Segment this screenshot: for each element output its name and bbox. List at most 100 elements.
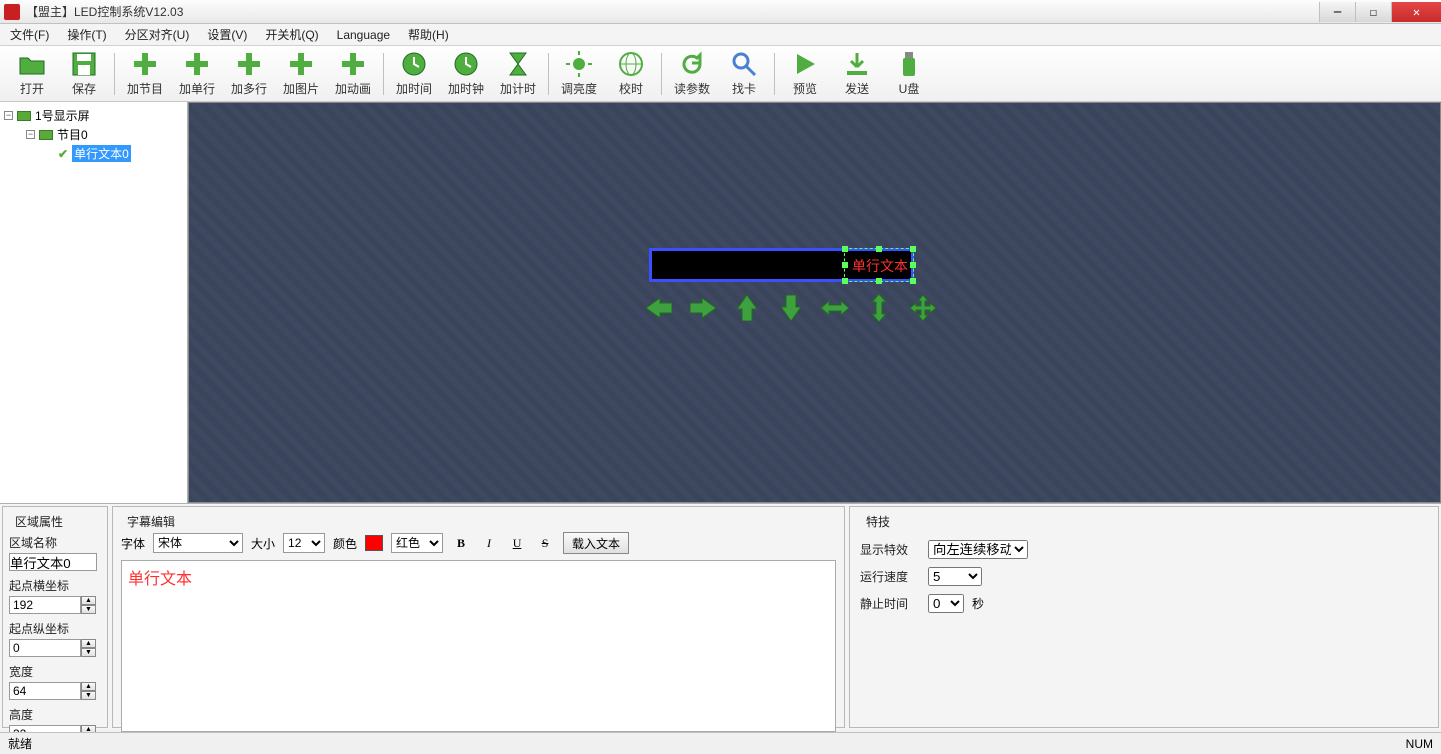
effects-panel: 特技 显示特效 向左连续移动 运行速度 5 静止时间 0 秒: [849, 506, 1439, 728]
plus-icon: [287, 50, 315, 78]
tree-program[interactable]: 节目0: [57, 126, 88, 143]
tree-pane: − 1号显示屏 − 节目0 ✔ 单行文本0: [0, 102, 188, 503]
status-num: NUM: [1406, 737, 1433, 751]
toolbar-folder-button[interactable]: 打开: [8, 48, 56, 99]
menu-align[interactable]: 分区对齐(U): [125, 26, 190, 43]
tree-item-selected[interactable]: 单行文本0: [72, 145, 131, 162]
toolbar-plus-button[interactable]: 加动画: [329, 48, 377, 99]
arrow-down-icon[interactable]: [776, 293, 806, 323]
toolbar-download-button[interactable]: 发送: [833, 48, 881, 99]
toolbar-clock-button[interactable]: 加时钟: [442, 48, 490, 99]
toolbar-label: 加节目: [127, 80, 163, 97]
led-preview-frame[interactable]: 单行文本: [649, 248, 914, 282]
underline-button[interactable]: U: [507, 534, 527, 552]
toolbar-sun-button[interactable]: 调亮度: [555, 48, 603, 99]
hold-select[interactable]: 0: [928, 594, 964, 613]
size-label: 大小: [251, 535, 275, 552]
h-label: 高度: [9, 706, 101, 723]
y-input[interactable]: [9, 639, 81, 657]
tree-expand-icon[interactable]: −: [26, 130, 35, 139]
usb-icon: [895, 50, 923, 78]
toolbar-label: 预览: [793, 80, 817, 97]
toolbar-refresh-button[interactable]: 读参数: [668, 48, 716, 99]
toolbar-plus-button[interactable]: 加单行: [173, 48, 221, 99]
spin-down-icon[interactable]: ▼: [81, 691, 96, 700]
toolbar-clock-button[interactable]: 加时间: [390, 48, 438, 99]
italic-button[interactable]: I: [479, 534, 499, 552]
props-title: 区域属性: [9, 511, 101, 532]
menu-file[interactable]: 文件(F): [10, 26, 49, 43]
speed-label: 运行速度: [860, 568, 920, 585]
name-input[interactable]: [9, 553, 97, 571]
font-select[interactable]: 宋体: [153, 533, 243, 553]
toolbar-plus-button[interactable]: 加多行: [225, 48, 273, 99]
effect-label: 显示特效: [860, 541, 920, 558]
menu-language[interactable]: Language: [337, 28, 390, 42]
toolbar-separator: [383, 53, 384, 95]
x-input[interactable]: [9, 596, 81, 614]
toolbar-play-button[interactable]: 预览: [781, 48, 829, 99]
strike-button[interactable]: S: [535, 534, 555, 552]
statusbar: 就绪 NUM: [0, 732, 1441, 754]
toolbar-search-button[interactable]: 找卡: [720, 48, 768, 99]
arrow-vertical-icon[interactable]: [864, 293, 894, 323]
effect-select[interactable]: 向左连续移动: [928, 540, 1028, 559]
toolbar-label: 发送: [845, 80, 869, 97]
toolbar-save-button[interactable]: 保存: [60, 48, 108, 99]
search-icon: [730, 50, 758, 78]
w-input[interactable]: [9, 682, 81, 700]
tree-expand-icon[interactable]: −: [4, 111, 13, 120]
spin-up-icon[interactable]: ▲: [81, 596, 96, 605]
load-text-button[interactable]: 载入文本: [563, 532, 629, 554]
save-icon: [70, 50, 98, 78]
arrow-right-icon[interactable]: [688, 293, 718, 323]
menu-operation[interactable]: 操作(T): [67, 26, 106, 43]
menu-settings[interactable]: 设置(V): [207, 26, 247, 43]
tree-root[interactable]: 1号显示屏: [35, 107, 90, 124]
spin-up-icon[interactable]: ▲: [81, 639, 96, 648]
minimize-button[interactable]: ─: [1319, 2, 1355, 22]
download-icon: [843, 50, 871, 78]
arrow-left-icon[interactable]: [644, 293, 674, 323]
toolbar-label: 找卡: [732, 80, 756, 97]
preview-text: 单行文本: [852, 256, 908, 276]
toolbar-label: 校时: [619, 80, 643, 97]
toolbar-label: 加时间: [396, 80, 432, 97]
toolbar-label: 加计时: [500, 80, 536, 97]
toolbar-plus-button[interactable]: 加图片: [277, 48, 325, 99]
x-label: 起点横坐标: [9, 577, 101, 594]
maximize-button[interactable]: ☐: [1355, 2, 1391, 22]
arrow-horizontal-icon[interactable]: [820, 293, 850, 323]
arrow-move-icon[interactable]: [908, 293, 938, 323]
menu-power[interactable]: 开关机(Q): [265, 26, 318, 43]
color-swatch: [365, 535, 383, 551]
spin-down-icon[interactable]: ▼: [81, 605, 96, 614]
size-select[interactable]: 12: [283, 533, 325, 553]
toolbar-label: U盘: [899, 80, 920, 97]
toolbar-usb-button[interactable]: U盘: [885, 48, 933, 99]
bold-button[interactable]: B: [451, 534, 471, 552]
window-title: 【盟主】LED控制系统V12.03: [26, 3, 183, 20]
plus-icon: [235, 50, 263, 78]
toolbar-hourglass-button[interactable]: 加计时: [494, 48, 542, 99]
font-label: 字体: [121, 535, 145, 552]
canvas-pane[interactable]: 单行文本: [188, 102, 1441, 503]
close-button[interactable]: ✕: [1391, 2, 1441, 22]
toolbar-separator: [548, 53, 549, 95]
play-icon: [791, 50, 819, 78]
speed-select[interactable]: 5: [928, 567, 982, 586]
toolbar-globe-button[interactable]: 校时: [607, 48, 655, 99]
spin-down-icon[interactable]: ▼: [81, 648, 96, 657]
spin-up-icon[interactable]: ▲: [81, 682, 96, 691]
program-icon: [39, 130, 53, 140]
menu-help[interactable]: 帮助(H): [408, 26, 449, 43]
toolbar: 打开保存加节目加单行加多行加图片加动画加时间加时钟加计时 调亮度 校时 读参数找卡 预览…: [0, 46, 1441, 102]
toolbar-label: 调亮度: [561, 80, 597, 97]
hold-unit: 秒: [972, 595, 984, 612]
arrow-up-icon[interactable]: [732, 293, 762, 323]
toolbar-plus-button[interactable]: 加节目: [121, 48, 169, 99]
hold-label: 静止时间: [860, 595, 920, 612]
editor-panel: 字幕编辑 字体 宋体 大小 12 颜色 红色 B I U S 载入文本 单行文本: [112, 506, 845, 728]
color-select[interactable]: 红色: [391, 533, 443, 553]
content-textarea[interactable]: 单行文本: [121, 560, 836, 732]
